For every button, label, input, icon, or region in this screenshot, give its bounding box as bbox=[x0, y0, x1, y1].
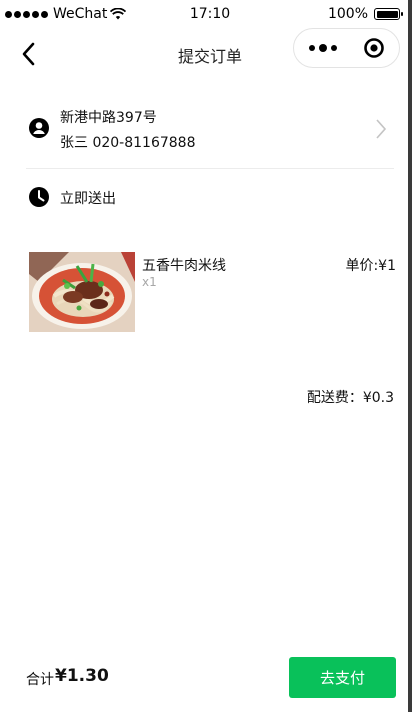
clock-icon bbox=[29, 187, 49, 207]
nav-bar: 提交订单 bbox=[0, 28, 408, 80]
close-circle-icon[interactable] bbox=[363, 37, 385, 59]
product-name: 五香牛肉米线 bbox=[142, 258, 226, 274]
status-right: 100% bbox=[327, 6, 403, 22]
status-bar: WeChat 17:10 100% bbox=[0, 0, 408, 28]
address-row[interactable]: 新港中路397号 张三 020-81167888 bbox=[16, 100, 394, 158]
checkout-bar: 合计 ¥1.30 去支付 bbox=[0, 656, 408, 700]
pay-button[interactable]: 去支付 bbox=[289, 657, 396, 698]
product-image bbox=[29, 252, 135, 332]
chevron-right-icon bbox=[376, 119, 387, 139]
product-quantity: x1 bbox=[142, 275, 157, 289]
mini-program-capsule bbox=[293, 28, 400, 68]
total-amount: ¥1.30 bbox=[55, 666, 109, 686]
product-unit-price: 单价:¥1 bbox=[345, 258, 396, 274]
back-arrow-icon[interactable] bbox=[18, 40, 42, 68]
battery-fill bbox=[376, 10, 398, 18]
delivery-time-row: 立即送出 bbox=[16, 184, 394, 210]
total-label: 合计 bbox=[26, 672, 54, 688]
more-icon[interactable] bbox=[306, 38, 340, 58]
battery-percent: 100% bbox=[327, 6, 368, 22]
delivery-fee: 配送费：¥0.3 bbox=[306, 390, 394, 406]
battery-icon bbox=[374, 8, 403, 20]
address-street: 新港中路397号 bbox=[60, 110, 157, 126]
delivery-label: 立即送出 bbox=[60, 191, 116, 207]
user-icon bbox=[29, 118, 49, 138]
product-item: 五香牛肉米线 x1 单价:¥1 bbox=[29, 252, 396, 334]
address-contact: 张三 020-81167888 bbox=[60, 135, 196, 151]
divider bbox=[26, 168, 394, 169]
phone-screen: WeChat 17:10 100% 提交订单 新港中路397号 张三 020-8… bbox=[0, 0, 408, 712]
page-title: 提交订单 bbox=[177, 47, 242, 66]
